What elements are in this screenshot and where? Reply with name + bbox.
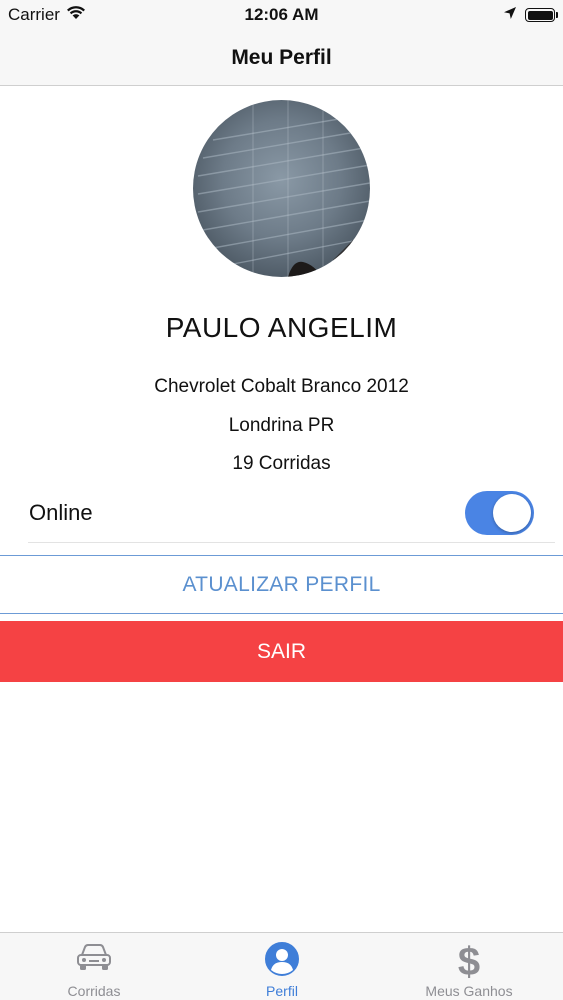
car-icon	[0, 941, 188, 973]
tab-label: Meus Ganhos	[425, 983, 513, 999]
battery-fill	[527, 10, 553, 20]
online-label: Online	[29, 500, 93, 525]
tab-corridas[interactable]: Corridas	[0, 933, 188, 1000]
online-toggle[interactable]	[465, 491, 534, 535]
vehicle-info: Chevrolet Cobalt Branco 2012	[154, 376, 409, 397]
avatar-photo	[197, 100, 370, 277]
avatar[interactable]	[193, 100, 370, 277]
online-row: Online	[28, 486, 555, 543]
rides-count: 19 Corridas	[232, 453, 331, 474]
location-arrow-icon	[503, 5, 517, 25]
tab-label: Corridas	[67, 983, 121, 999]
logout-button[interactable]: SAIR	[0, 621, 563, 682]
status-time: 12:06 AM	[244, 5, 319, 24]
driver-name: PAULO ANGELIM	[165, 312, 398, 343]
tab-meus-ganhos[interactable]: $ Meus Ganhos	[375, 933, 563, 1000]
profile-icon	[188, 941, 376, 977]
profile-screen: Carrier 12:06 AM Meu Perfil PAULO ANGELI…	[0, 0, 563, 1000]
status-right	[503, 5, 558, 25]
update-profile-button[interactable]: ATUALIZAR PERFIL	[0, 555, 563, 614]
dollar-icon: $	[375, 941, 563, 981]
battery-icon	[525, 8, 558, 22]
page-title: Meu Perfil	[231, 45, 332, 69]
svg-text:$: $	[458, 941, 480, 981]
tab-bar: Corridas Perfil $ Meus Ganhos	[0, 932, 563, 1000]
city-info: Londrina PR	[228, 415, 335, 436]
status-bar: Carrier 12:06 AM	[0, 0, 563, 30]
tab-perfil[interactable]: Perfil	[188, 933, 376, 1000]
tab-label: Perfil	[266, 983, 298, 999]
toggle-knob	[493, 494, 531, 532]
navigation-bar: Meu Perfil	[0, 30, 563, 86]
